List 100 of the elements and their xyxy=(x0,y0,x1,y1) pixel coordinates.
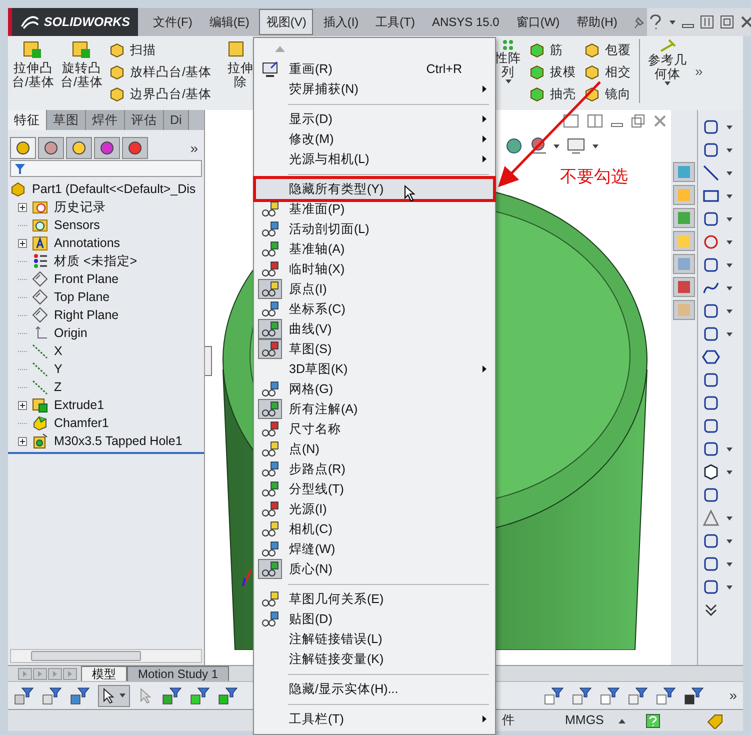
tree-item[interactable]: Y xyxy=(54,360,62,378)
tree-item[interactable]: M30x3.5 Tapped Hole1 xyxy=(54,432,182,450)
ribbon-button[interactable]: 筋 xyxy=(529,39,576,61)
menu-item[interactable]: 原点(I) xyxy=(286,279,495,299)
tab[interactable]: 草图 xyxy=(47,110,86,130)
expand-toggle[interactable] xyxy=(18,436,26,446)
ribbon-button[interactable]: 参考几 何体 xyxy=(648,39,687,86)
ribbon-button[interactable]: 扫描 xyxy=(108,39,212,61)
tree-item[interactable]: Origin xyxy=(54,324,88,342)
menu-item[interactable]: 插入(I) xyxy=(316,9,366,35)
tree-item[interactable]: Annotations xyxy=(54,234,120,252)
menu-item[interactable]: 基准面(P) xyxy=(286,199,495,219)
menu-item[interactable]: 工具栏(T) xyxy=(286,709,495,729)
menu-item[interactable]: 3D草图(K) xyxy=(286,359,495,379)
split-view-icon xyxy=(563,114,579,128)
menu-item[interactable]: 注解链接变量(K) xyxy=(286,649,495,669)
tree-item[interactable]: Sensors xyxy=(54,216,100,234)
select-button[interactable] xyxy=(98,684,130,706)
menu-item[interactable]: 点(N) xyxy=(286,439,495,459)
tab[interactable]: 特征 xyxy=(8,110,47,130)
tree-item[interactable]: X xyxy=(54,342,62,360)
menu-item[interactable]: 所有注解(A) xyxy=(286,399,495,419)
menu-item[interactable]: 贴图(D) xyxy=(286,609,495,629)
ribbon-button[interactable]: 旋转凸 台/基体 xyxy=(60,39,103,89)
menu-item[interactable]: 草图(S) xyxy=(286,339,495,359)
menu-item[interactable]: 步路点(R) xyxy=(286,459,495,479)
tab[interactable]: 焊件 xyxy=(86,110,125,130)
units-button[interactable]: MMGS xyxy=(565,711,604,730)
panel-tab[interactable] xyxy=(10,137,36,159)
menu-item[interactable]: 尺寸名称 xyxy=(286,419,495,439)
caret-icon xyxy=(726,262,733,268)
menu-item[interactable]: 网格(G) xyxy=(286,379,495,399)
menu-item[interactable]: 文件(F) xyxy=(146,9,200,35)
tree-item[interactable]: Z xyxy=(54,378,62,396)
tree-item[interactable]: 材质 <未指定> xyxy=(54,252,138,270)
filter-icon xyxy=(684,686,704,704)
ribbon-button[interactable]: 放样凸台/基体 xyxy=(108,61,212,83)
menu-item[interactable]: 重画(R) Ctrl+R xyxy=(286,59,495,79)
menu-item[interactable]: 分型线(T) xyxy=(286,479,495,499)
more-button[interactable]: » xyxy=(695,61,703,82)
caret-icon xyxy=(726,332,733,336)
glasses-icon xyxy=(261,340,279,358)
tree-item[interactable]: 历史记录 xyxy=(54,198,106,216)
menu-item[interactable]: 临时轴(X) xyxy=(286,259,495,279)
filter-field[interactable] xyxy=(10,160,202,177)
menu-item[interactable]: 相机(C) xyxy=(286,519,495,539)
more-button[interactable]: » xyxy=(190,138,202,158)
ribbon-button[interactable]: 相交 xyxy=(584,61,631,83)
panel-tab[interactable] xyxy=(94,137,120,159)
more-button[interactable]: » xyxy=(729,685,737,706)
ribbon-button[interactable]: 拔模 xyxy=(529,61,576,83)
tree-item[interactable]: Front Plane xyxy=(54,270,119,288)
menu-item[interactable]: 活动剖切面(L) xyxy=(286,219,495,239)
ribbon-button[interactable]: 边界凸台/基体 xyxy=(108,83,212,105)
expand-toggle[interactable] xyxy=(18,202,26,212)
menu-item[interactable]: 工具(T) xyxy=(368,9,422,35)
panel-tab[interactable] xyxy=(38,137,64,159)
menu-item[interactable]: 曲线(V) xyxy=(286,319,495,339)
menu-item[interactable]: 坐标系(C) xyxy=(286,299,495,319)
tree-item[interactable]: Right Plane xyxy=(54,306,119,324)
panel-tab[interactable] xyxy=(122,137,148,159)
menu-item[interactable]: 编辑(E) xyxy=(202,9,256,35)
ribbon-button[interactable]: 拉伸凸 台/基体 xyxy=(12,39,54,89)
expand-toggle[interactable] xyxy=(18,238,26,248)
menu-item[interactable]: 窗口(W) xyxy=(509,9,567,35)
caret-icon xyxy=(726,170,733,176)
menu-item[interactable]: 荧屏捕获(N) xyxy=(286,79,495,99)
tab[interactable]: Motion Study 1 xyxy=(127,666,230,682)
ribbon-button[interactable]: 拉伸 除 xyxy=(227,39,253,89)
tree-item[interactable]: Chamfer1 xyxy=(54,414,109,432)
ribbon-button[interactable]: 镜向 xyxy=(584,83,631,105)
menu-item[interactable]: ANSYS 15.0 xyxy=(424,9,506,35)
menu-item[interactable]: 视图(V) xyxy=(259,9,314,35)
menu-item[interactable]: 隐藏所有类型(Y) xyxy=(256,179,493,199)
tree-item[interactable]: Extrude1 xyxy=(54,396,104,414)
menu-item[interactable]: 注解链接错误(L) xyxy=(286,629,495,649)
tab[interactable]: 模型 xyxy=(81,666,127,682)
expand-toggle[interactable] xyxy=(18,400,26,410)
ribbon-button[interactable]: 包覆 xyxy=(584,39,631,61)
menu-item[interactable]: 焊缝(W) xyxy=(286,539,495,559)
glasses-icon xyxy=(261,200,279,218)
tree-item[interactable]: Top Plane xyxy=(54,288,110,306)
menu-item[interactable]: 修改(M) xyxy=(286,129,495,149)
menu-item[interactable]: 显示(D) xyxy=(286,109,495,129)
horizontal-scrollbar[interactable] xyxy=(10,649,202,663)
menu-item[interactable]: 隐藏/显示实体(H)... xyxy=(286,679,495,699)
menu-item[interactable]: 光源(I) xyxy=(286,499,495,519)
menu-item[interactable]: 光源与相机(L) xyxy=(286,149,495,169)
panel-collapse-handle[interactable] xyxy=(205,346,212,376)
menu-item[interactable]: 质心(N) xyxy=(286,559,495,579)
ribbon-button[interactable]: 抽壳 xyxy=(529,83,576,105)
ribbon-button[interactable]: 性阵 列 xyxy=(495,39,521,84)
menu-item[interactable]: 草图几何关系(E) xyxy=(286,589,495,609)
panel-tab[interactable] xyxy=(66,137,92,159)
menu-item[interactable]: 帮助(H) xyxy=(570,9,624,35)
tab[interactable]: Di xyxy=(164,110,189,130)
menu-item[interactable]: 基准轴(A) xyxy=(286,239,495,259)
tree-item[interactable]: Part1 (Default<<Default>_Dis xyxy=(32,180,196,198)
tab[interactable]: 评估 xyxy=(125,110,164,130)
caret-icon xyxy=(592,144,599,148)
